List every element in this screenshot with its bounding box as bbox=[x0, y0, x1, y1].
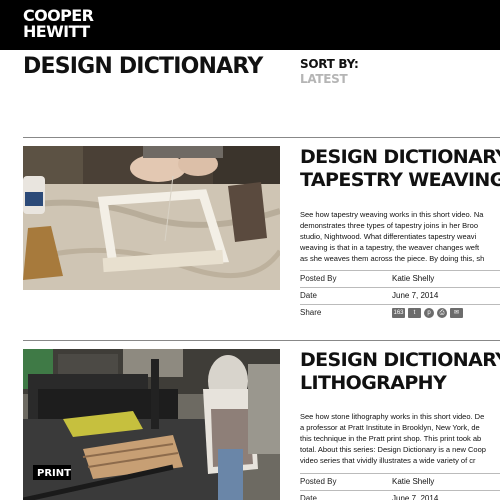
post-date: June 7, 2014 bbox=[392, 494, 439, 500]
tapestry-weaving-video-thumbnail[interactable] bbox=[23, 146, 280, 290]
description-line: total. About this series: Design Diction… bbox=[300, 445, 486, 454]
article-description: See how stone lithography works in this … bbox=[300, 411, 500, 466]
article-title[interactable]: DESIGN DICTIONARY: TAPESTRY WEAVING bbox=[300, 146, 500, 192]
posted-by-row: Posted By Katie Shelly bbox=[300, 473, 500, 489]
description-line: a professor at Pratt Institute in Brookl… bbox=[300, 423, 480, 432]
description-line: See how tapestry weaving works in this s… bbox=[300, 210, 484, 219]
header-divider bbox=[23, 137, 500, 138]
page-title: DESIGN DICTIONARY bbox=[23, 54, 263, 79]
print-icon[interactable]: ⎙ bbox=[437, 308, 447, 318]
share-label: Share bbox=[300, 308, 322, 317]
description-line: this technique in the Pratt print shop. … bbox=[300, 434, 482, 443]
date-row: Date June 7, 2014 bbox=[300, 490, 500, 500]
author-name[interactable]: Katie Shelly bbox=[392, 271, 434, 287]
video-caption: PRINT bbox=[37, 468, 71, 479]
email-icon[interactable]: ✉ bbox=[450, 308, 463, 318]
post-date: June 7, 2014 bbox=[392, 291, 439, 300]
sort-latest-option[interactable]: LATEST bbox=[300, 72, 348, 86]
article-title-line-2: LITHOGRAPHY bbox=[300, 372, 447, 394]
date-row: Date June 7, 2014 bbox=[300, 287, 500, 303]
author-name[interactable]: Katie Shelly bbox=[392, 474, 434, 490]
description-line: as she weaves them across the piece. By … bbox=[300, 254, 485, 263]
description-line: weaving is that in a tapestry, the weave… bbox=[300, 243, 480, 252]
date-label: Date bbox=[300, 291, 317, 300]
share-icons: 163 t p ⎙ ✉ bbox=[392, 308, 463, 318]
article-title-line-1: DESIGN DICTIONARY: bbox=[300, 146, 500, 168]
article-title-line-2: TAPESTRY WEAVING bbox=[300, 169, 500, 191]
logo-line-2: HEWITT bbox=[23, 22, 90, 41]
twitter-icon[interactable]: t bbox=[408, 308, 421, 318]
description-line: demonstrates three types of tapestry joi… bbox=[300, 221, 479, 230]
posted-by-row: Posted By Katie Shelly bbox=[300, 270, 500, 286]
description-line: studio, Nightwood. What differentiates t… bbox=[300, 232, 477, 241]
article-title[interactable]: DESIGN DICTIONARY: ST LITHOGRAPHY bbox=[300, 349, 500, 395]
date-label: Date bbox=[300, 494, 317, 500]
cooper-hewitt-logo[interactable]: COOPER HEWITT bbox=[23, 8, 94, 41]
sort-by-label: SORT BY: bbox=[300, 57, 359, 71]
description-line: See how stone lithography works in this … bbox=[300, 412, 485, 421]
posted-by-label: Posted By bbox=[300, 477, 337, 486]
article-divider bbox=[23, 340, 500, 341]
share-row: Share 163 t p ⎙ ✉ bbox=[300, 304, 500, 320]
article-title-line-1: DESIGN DICTIONARY: ST bbox=[300, 349, 500, 371]
weaving-scene-image bbox=[23, 146, 280, 290]
facebook-share-count-icon[interactable]: 163 bbox=[392, 308, 405, 318]
pinterest-icon[interactable]: p bbox=[424, 308, 434, 318]
posted-by-label: Posted By bbox=[300, 274, 337, 283]
top-bar: COOPER HEWITT bbox=[0, 0, 500, 50]
lithography-video-thumbnail[interactable]: PRINT bbox=[23, 349, 280, 500]
description-line: video series that vividly illustrates a … bbox=[300, 456, 476, 465]
article-description: See how tapestry weaving works in this s… bbox=[300, 209, 500, 264]
print-shop-scene-image: PRINT bbox=[23, 349, 280, 500]
